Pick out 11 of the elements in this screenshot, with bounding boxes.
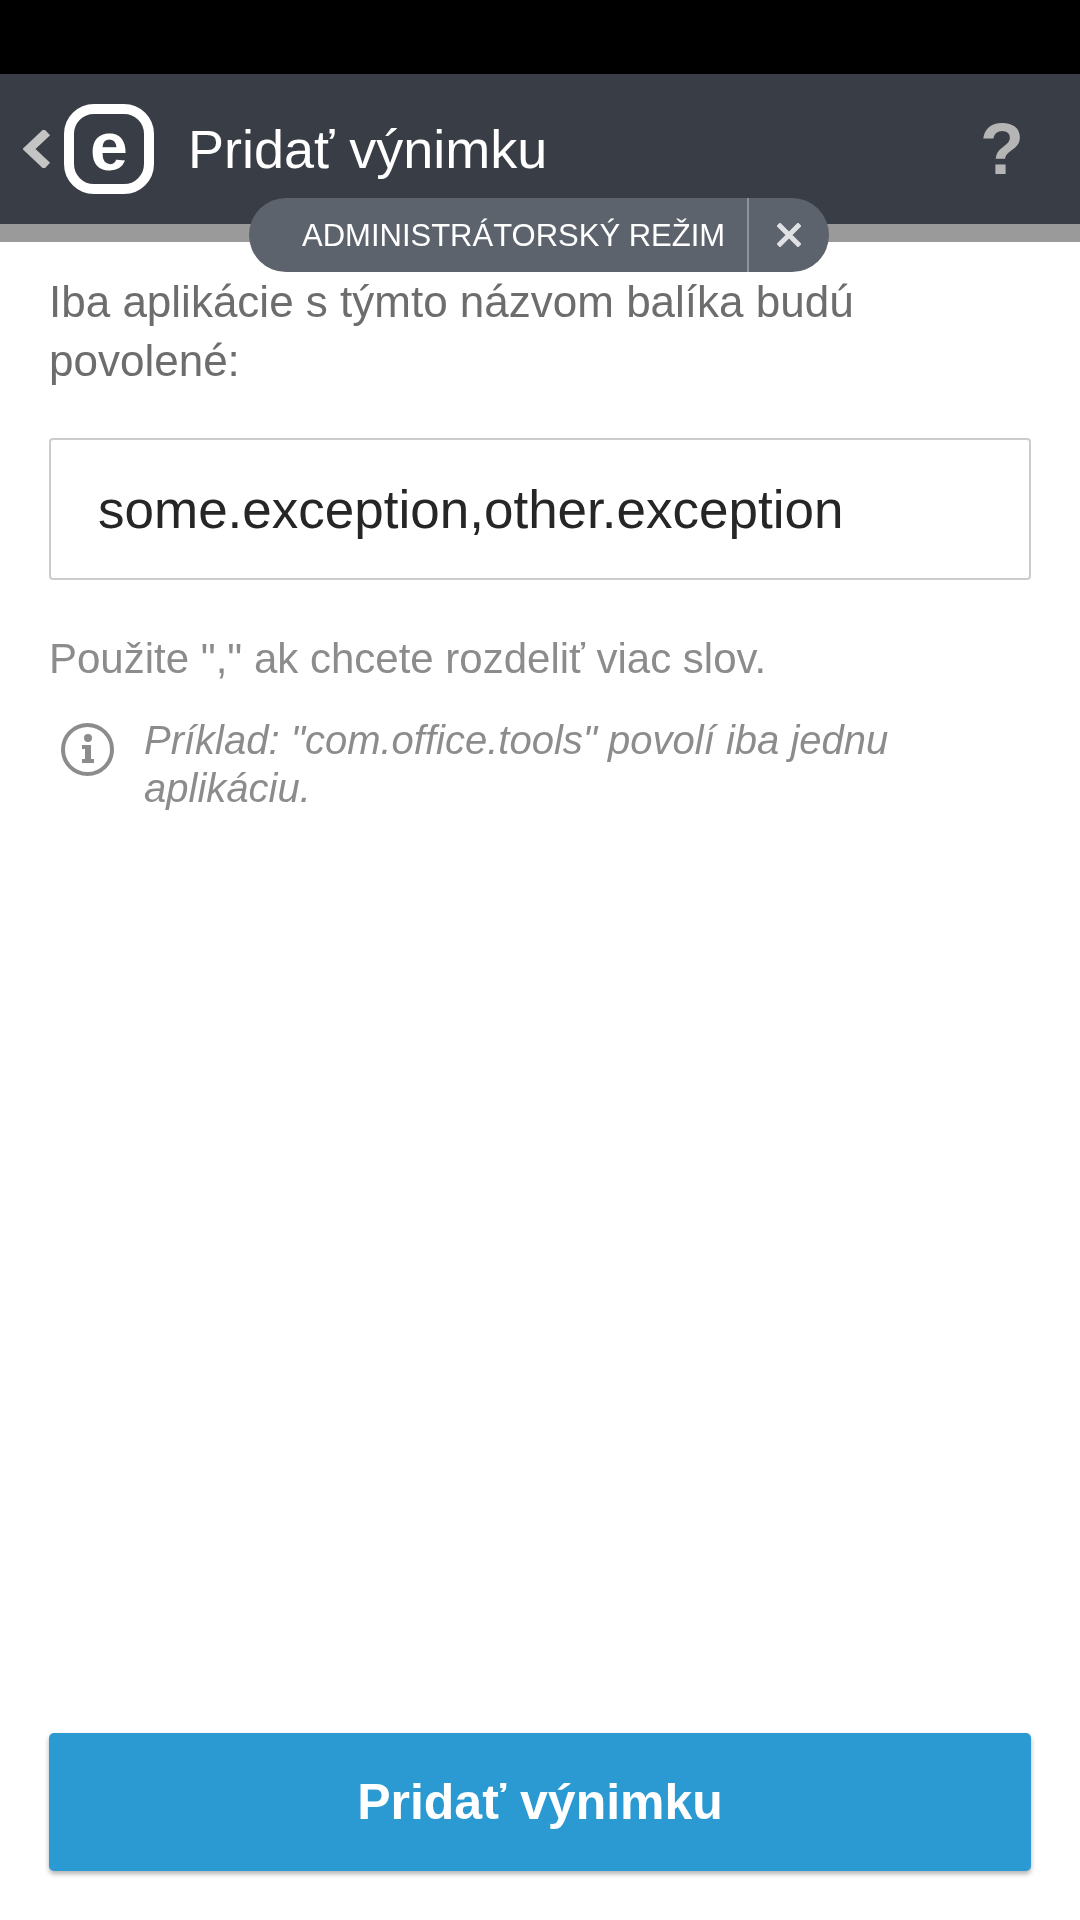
back-icon[interactable] [23,130,52,168]
admin-mode-label: ADMINISTRÁTORSKÝ REŽIM [301,219,726,251]
hint-text: Použite "," ak chcete rozdeliť viac slov. [49,634,768,684]
add-exception-button[interactable]: Pridať výnimku [49,1733,1031,1871]
description-text: Iba aplikácie s týmto názvom balíka budú povolené: [49,276,855,387]
package-name-field[interactable]: some.exception,other.exception [49,438,1031,580]
info-icon [61,723,114,776]
example-text: Príklad: "com.office.tools" povolí iba jednu aplikáciu. [144,717,890,812]
close-icon [777,223,801,247]
help-button[interactable]: ? [980,113,1024,185]
app-logo: e [64,104,154,194]
